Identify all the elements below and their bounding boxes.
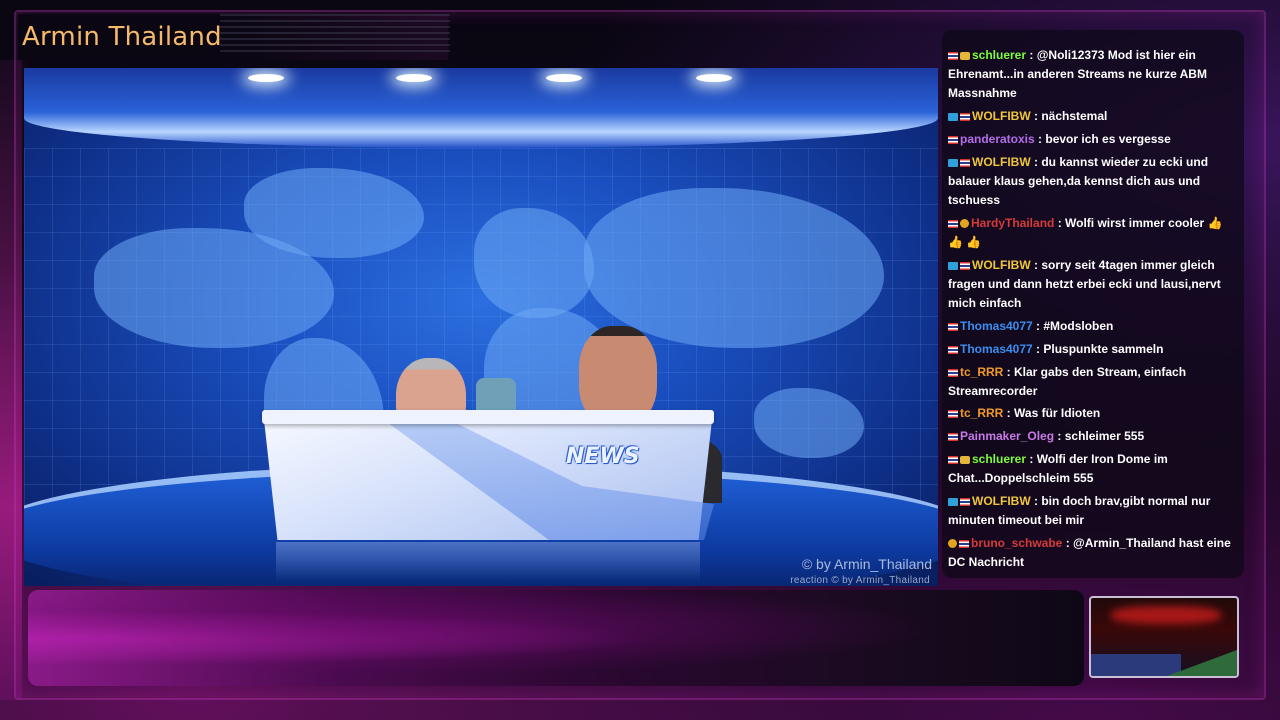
- chat-message: WOLFIBW : nächstemal: [942, 107, 1244, 126]
- vip-badge-icon: [948, 261, 958, 270]
- flag-badge-icon: [948, 409, 958, 418]
- vip-badge-icon: [948, 497, 958, 506]
- map-greenland: [244, 168, 424, 258]
- crown-badge-icon: [960, 51, 970, 60]
- flag-badge-icon: [948, 51, 958, 60]
- ceiling-light: [546, 74, 582, 82]
- ceiling-light: [248, 74, 284, 82]
- webcam-thumbnail[interactable]: [1089, 596, 1239, 678]
- flag-badge-icon: [948, 219, 958, 228]
- flag-badge-icon: [960, 112, 970, 121]
- chat-username[interactable]: HardyThailand: [971, 216, 1054, 230]
- chat-message: Thomas4077 : #Modsloben: [942, 317, 1244, 336]
- chat-message: schluerer : Wolfi der Iron Dome im Chat.…: [942, 450, 1244, 488]
- chat-message: HardyThailand : Wolfi wirst immer cooler…: [942, 214, 1244, 252]
- chat-message: tc_RRR : Was für Idioten: [942, 404, 1244, 423]
- flag-badge-icon: [948, 455, 958, 464]
- title-stripe-decoration: [220, 14, 450, 54]
- thumbnail-red-light: [1111, 606, 1221, 624]
- chat-text: : nächstemal: [1030, 109, 1108, 123]
- chat-message: WOLFIBW : sorry seit 4tagen immer gleich…: [942, 256, 1244, 313]
- chat-username[interactable]: WOLFIBW: [972, 258, 1031, 272]
- flag-badge-icon: [960, 261, 970, 270]
- flag-badge-icon: [948, 368, 958, 377]
- chat-message: Painmaker_Oleg : schleimer 555: [942, 427, 1244, 446]
- flag-badge-icon: [948, 322, 958, 331]
- chat-message: bruno_schwabe : @Armin_Thailand hast ein…: [942, 534, 1244, 572]
- chat-username[interactable]: WOLFIBW: [972, 155, 1031, 169]
- chat-username[interactable]: panderatoxis: [960, 132, 1035, 146]
- flag-badge-icon: [948, 432, 958, 441]
- chat-username[interactable]: schluerer: [972, 48, 1026, 62]
- chat-message: tc_RRR : Klar gabs den Stream, einfach S…: [942, 363, 1244, 401]
- chat-username[interactable]: bruno_schwabe: [971, 536, 1062, 550]
- map-asia: [584, 188, 884, 348]
- chat-message: WOLFIBW : du kannst wieder zu ecki und b…: [942, 153, 1244, 210]
- chat-message: Thomas4077 : Pluspunkte sammeln: [942, 340, 1244, 359]
- warning-badge-icon: [948, 539, 957, 549]
- flag-badge-icon: [960, 497, 970, 506]
- map-australia: [754, 388, 864, 458]
- chat-text: : Was für Idioten: [1003, 406, 1101, 420]
- ceiling-light: [696, 74, 732, 82]
- chat-username[interactable]: Thomas4077: [960, 342, 1033, 356]
- flag-badge-icon: [948, 345, 958, 354]
- chat-username[interactable]: Thomas4077: [960, 319, 1033, 333]
- desk-reflection: [276, 542, 700, 582]
- chat-username[interactable]: WOLFIBW: [972, 494, 1031, 508]
- chat-message: schluerer : @Noli12373 Mod ist hier ein …: [942, 46, 1244, 103]
- thumbnail-blue-area: [1091, 654, 1181, 676]
- flag-badge-icon: [960, 158, 970, 167]
- chat-text: : schleimer 555: [1054, 429, 1145, 443]
- chat-message: panderatoxis : bevor ich es vergesse: [942, 130, 1244, 149]
- vip-badge-icon: [948, 158, 958, 167]
- video-watermark-small: reaction © by Armin_Thailand: [790, 575, 930, 586]
- stream-title: Armin Thailand: [22, 22, 222, 52]
- flag-badge-icon: [948, 135, 958, 144]
- chat-panel: schluerer : @Noli12373 Mod ist hier ein …: [942, 30, 1244, 578]
- video-feed[interactable]: NEWS © by Armin_Thailand reaction © by A…: [24, 68, 938, 586]
- chat-username[interactable]: tc_RRR: [960, 406, 1003, 420]
- map-europe: [474, 208, 594, 318]
- bottom-banner: [28, 590, 1084, 686]
- ceiling-light: [396, 74, 432, 82]
- chat-username[interactable]: tc_RRR: [960, 365, 1003, 379]
- news-desk-top: [262, 410, 714, 424]
- warning-badge-icon: [960, 219, 969, 229]
- chat-text: : Pluspunkte sammeln: [1032, 342, 1164, 356]
- vip-badge-icon: [948, 112, 958, 121]
- chat-username[interactable]: WOLFIBW: [972, 109, 1031, 123]
- news-desk-label: NEWS: [566, 444, 640, 469]
- chat-text: : bevor ich es vergesse: [1034, 132, 1171, 146]
- chat-text: : #Modsloben: [1032, 319, 1114, 333]
- chat-message-list: schluerer : @Noli12373 Mod ist hier ein …: [942, 30, 1244, 572]
- crown-badge-icon: [960, 455, 970, 464]
- video-watermark: © by Armin_Thailand: [801, 556, 932, 572]
- chat-message: WOLFIBW : bin doch brav,gibt normal nur …: [942, 492, 1244, 530]
- flag-badge-icon: [959, 539, 969, 548]
- chat-username[interactable]: Painmaker_Oleg: [960, 429, 1054, 443]
- studio-ceiling: [24, 68, 938, 148]
- chat-username[interactable]: schluerer: [972, 452, 1026, 466]
